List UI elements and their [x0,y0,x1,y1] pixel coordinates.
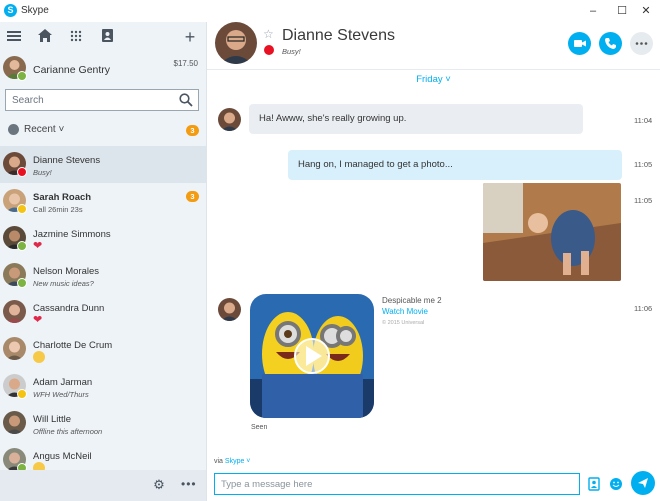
shared-photo[interactable] [483,183,621,281]
contacts-icon[interactable] [98,28,116,46]
send-arrow-icon [638,478,648,488]
sidebar: + Carianne Gentry $17.50 Recent ˅ 3 [0,22,207,501]
minimize-button[interactable]: – [578,0,608,22]
phone-icon [605,38,616,49]
message-time: 11:06 [634,304,653,313]
sidebar-toolbar: + [0,22,206,52]
skype-logo-icon: S [4,4,17,17]
message-composer[interactable] [214,473,580,495]
more-icon [635,42,648,45]
skype-credit[interactable]: $17.50 [174,59,198,68]
contact-sarah-roach[interactable]: Sarah Roach Call 26min 23s 3 [0,183,206,220]
contact-adam-jarman[interactable]: Adam Jarman WFH Wed/Thurs [0,368,206,405]
contact-name: Jazmine Simmons [33,229,111,240]
window-title: Skype [21,5,49,16]
contact-mood: Offline this afternoon [33,427,103,436]
conversation-title: Dianne Stevens [282,27,395,44]
plus-icon[interactable]: + [181,28,199,46]
send-button[interactable] [631,471,655,495]
movie-copyright: © 2015 Universal [382,320,425,326]
more-icon[interactable]: ••• [181,477,197,491]
contact-name: Dianne Stevens [33,155,101,166]
via-service-selector[interactable]: via Skype ˅ [214,458,250,465]
my-name: Carianne Gentry [33,64,111,76]
message-bubble-incoming[interactable]: Ha! Awww, she's really growing up. [249,104,583,134]
movie-title: Despicable me 2 [382,296,442,305]
day-separator[interactable]: Friday ˅ [207,74,660,85]
movie-thumbnail[interactable] [250,294,374,418]
seen-indicator: Seen [251,424,268,431]
emoticon-icon[interactable] [609,477,623,491]
sidebar-footer: ⚙ ••• [0,470,206,501]
my-status-online-icon [17,71,27,81]
avatar [3,337,26,360]
search-box[interactable] [5,89,199,111]
contact-charlotte-de-crum[interactable]: Charlotte De Crum [0,331,206,368]
sender-avatar [218,108,241,131]
dialpad-icon[interactable] [67,28,85,46]
conversation-header: ☆ Dianne Stevens Busy! [207,22,660,70]
unread-badge: 3 [186,191,199,202]
message-time: 11:04 [634,116,653,125]
audio-call-button[interactable] [599,32,622,55]
message-time: 11:05 [634,196,653,205]
heart-icon: ❤ [33,240,43,252]
contact-name: Charlotte De Crum [33,340,113,351]
contact-name: Adam Jarman [33,377,93,388]
favorite-star-icon[interactable]: ☆ [263,27,274,41]
watch-movie-link[interactable]: Watch Movie [382,307,428,316]
conversation-pane: ☆ Dianne Stevens Busy! Friday ˅ Ha! Awww… [207,22,660,501]
contact-dianne-stevens[interactable]: Dianne Stevens Busy! [0,146,206,183]
close-button[interactable]: ✕ [631,0,660,22]
status-away-icon [17,204,27,214]
search-icon[interactable] [179,93,193,107]
contact-will-little[interactable]: Will Little Offline this afternoon [0,405,206,442]
contact-name: Will Little [33,414,72,425]
recent-label: Recent ˅ [24,124,65,135]
sender-avatar [218,298,241,321]
search-input[interactable] [12,92,177,108]
contact-mood: WFH Wed/Thurs [33,390,89,399]
status-busy-icon [17,167,27,177]
heart-icon: ❤ [33,314,43,326]
smile-emoticon-icon [33,351,45,363]
gear-icon[interactable]: ⚙ [152,478,166,492]
contact-nelson-morales[interactable]: Nelson Morales New music ideas? [0,257,206,294]
status-busy-icon [264,45,274,55]
recent-filter[interactable]: Recent ˅ 3 [0,121,206,139]
contact-name: Angus McNeil [33,451,92,462]
contact-jazmine-simmons[interactable]: Jazmine Simmons ❤ [0,220,206,257]
status-away-icon [17,389,27,399]
conversation-status: Busy! [282,47,301,56]
more-options-button[interactable] [630,32,653,55]
hamburger-icon[interactable] [5,28,23,46]
contact-mood: New music ideas? [33,279,94,288]
via-label: via [214,458,223,465]
status-online-icon [17,278,27,288]
message-time: 11:05 [634,160,653,169]
avatar [3,300,26,323]
avatar [3,411,26,434]
clock-icon [8,124,19,135]
message-bubble-outgoing[interactable]: Hang on, I managed to get a photo... [288,150,622,180]
home-icon[interactable] [36,28,54,46]
contact-name: Nelson Morales [33,266,99,277]
skype-window: S Skype – ☐ ✕ + Carianne Gentry $17.50 S… [0,0,660,501]
via-service[interactable]: Skype ˅ [225,458,251,465]
video-camera-icon [574,40,586,47]
contact-name: Sarah Roach [33,192,92,203]
video-call-button[interactable] [568,32,591,55]
contact-avatar[interactable] [215,22,257,64]
contact-mood: Call 26min 23s [33,205,83,214]
title-bar: S Skype – ☐ ✕ [0,0,660,22]
my-profile[interactable]: Carianne Gentry $17.50 [0,55,206,85]
contact-name: Cassandra Dunn [33,303,105,314]
contact-cassandra-dunn[interactable]: Cassandra Dunn ❤ [0,294,206,331]
status-online-icon [17,241,27,251]
contacts-share-icon[interactable] [587,477,601,491]
contact-mood: Busy! [33,168,52,177]
recent-unread-badge: 3 [186,125,199,136]
message-input[interactable] [221,477,571,492]
